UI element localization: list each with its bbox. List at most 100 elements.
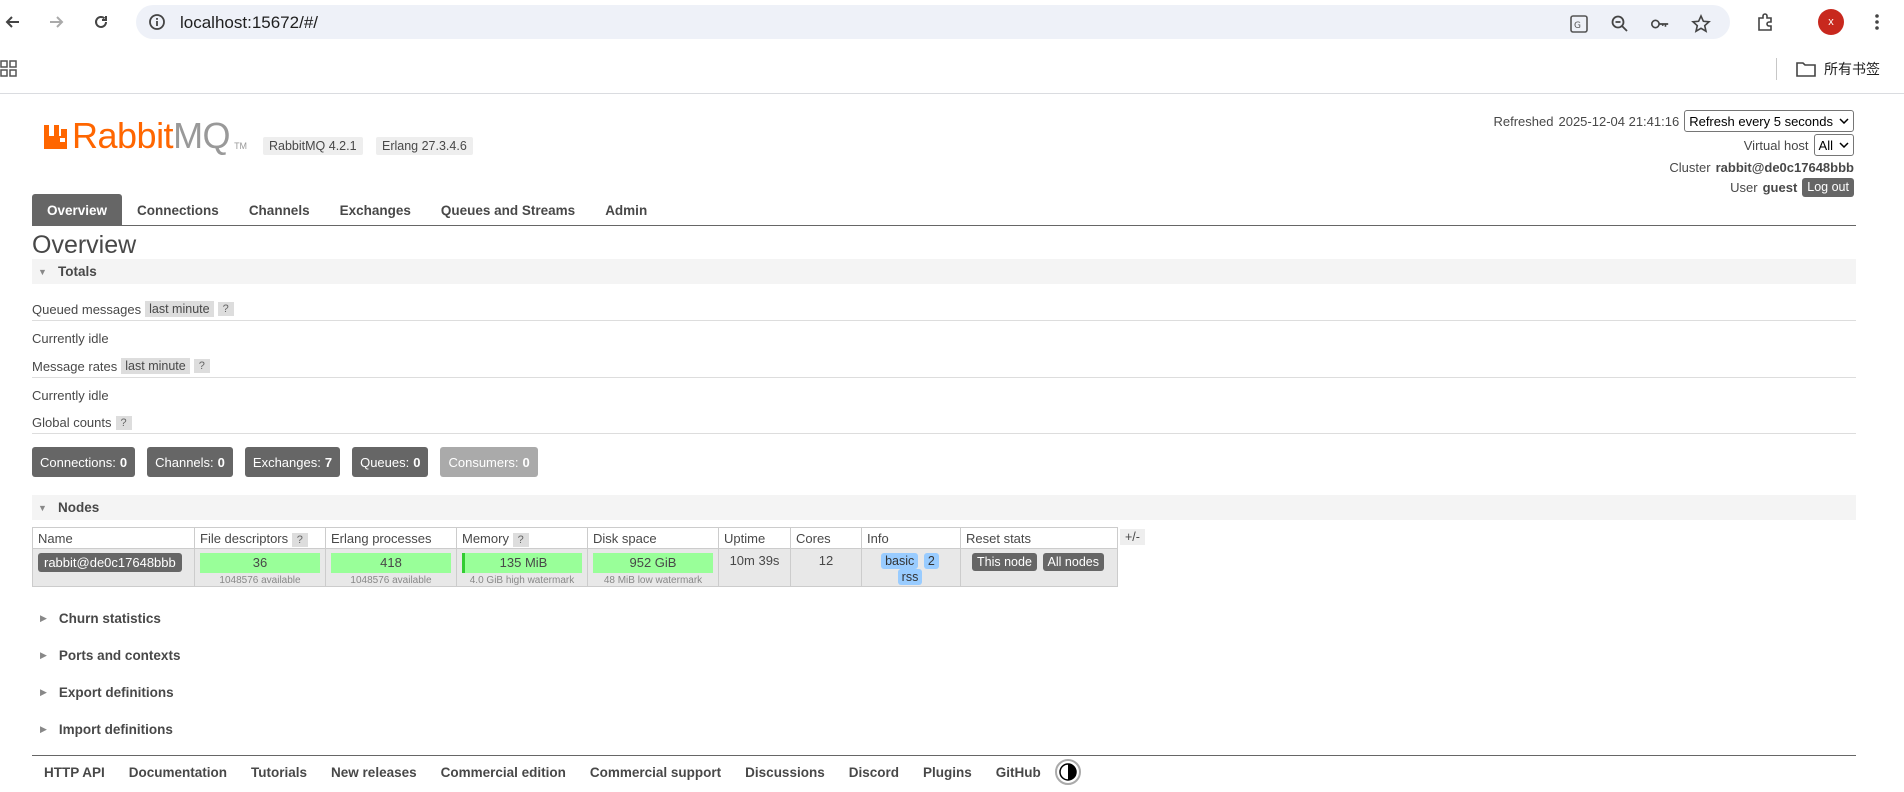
bookmark-star-icon[interactable]: [1691, 14, 1711, 34]
queues-count-button[interactable]: Queues: 0: [352, 447, 429, 477]
uptime-value: 10m 39s: [729, 553, 780, 568]
footer-link-commercial-edition[interactable]: Commercial edition: [441, 765, 566, 780]
address-bar[interactable]: localhost:15672/#/ G: [136, 5, 1730, 39]
reload-icon[interactable]: [88, 9, 114, 35]
file-descriptors-bar: 36: [200, 553, 320, 573]
user-name: guest: [1762, 179, 1798, 195]
footer-divider: [32, 755, 1856, 756]
file-descriptors-available: 1048576 available: [219, 575, 301, 586]
footer-link-tutorials[interactable]: Tutorials: [251, 765, 307, 780]
refreshed-time: 2025-12-04 21:41:16: [1558, 113, 1680, 129]
vhost-select[interactable]: All: [1813, 134, 1854, 156]
all-bookmarks-folder[interactable]: 所有书签: [1796, 59, 1880, 79]
rabbitmq-logo: Rabbit MQ TM: [42, 118, 247, 154]
profile-avatar[interactable]: x: [1818, 9, 1844, 35]
footer-links: HTTP API Documentation Tutorials New rel…: [44, 758, 1081, 786]
memory-help-button[interactable]: ?: [512, 532, 529, 547]
footer-link-commercial-support[interactable]: Commercial support: [590, 765, 721, 780]
svg-text:G: G: [1574, 21, 1581, 31]
rates-range-selector[interactable]: last minute: [121, 358, 190, 374]
column-header-file-descriptors: File descriptors ?: [194, 527, 326, 549]
footer-link-discussions[interactable]: Discussions: [745, 765, 825, 780]
tab-exchanges[interactable]: Exchanges: [325, 194, 426, 226]
file-descriptors-cell: 36 1048576 available: [194, 548, 326, 587]
translate-icon[interactable]: G: [1569, 14, 1589, 34]
queues-count-value: 0: [413, 454, 421, 470]
refresh-interval-select[interactable]: Refresh every 5 seconds: [1684, 110, 1854, 132]
cores-value: 12: [818, 553, 834, 568]
nodes-heading: Nodes: [58, 500, 100, 515]
footer-link-http-api[interactable]: HTTP API: [44, 765, 105, 780]
column-header-info: Info: [861, 527, 961, 549]
export-definitions-toggle[interactable]: ▶ Export definitions: [32, 680, 174, 705]
consumers-count-label: Consumers:: [448, 454, 519, 470]
channels-count-value: 0: [217, 454, 225, 470]
info-cell: basic 2 rss: [861, 548, 961, 587]
footer-link-new-releases[interactable]: New releases: [331, 765, 417, 780]
footer-link-documentation[interactable]: Documentation: [129, 765, 227, 780]
channels-count-label: Channels:: [155, 454, 214, 470]
footer-link-plugins[interactable]: Plugins: [923, 765, 972, 780]
brand-name-mq: MQ: [173, 115, 231, 156]
site-info-icon[interactable]: [148, 13, 166, 34]
global-counts-label: Global counts: [32, 415, 112, 430]
forward-arrow-icon[interactable]: [43, 9, 69, 35]
collapsed-triangle-icon: ▶: [40, 650, 47, 660]
password-key-icon[interactable]: [1650, 14, 1670, 34]
import-definitions-toggle[interactable]: ▶ Import definitions: [32, 717, 173, 742]
rates-idle-text: Currently idle: [32, 388, 109, 403]
tab-connections[interactable]: Connections: [122, 194, 234, 226]
node-name-link[interactable]: rabbit@de0c17648bbb: [38, 553, 182, 572]
uptime-cell: 10m 39s: [718, 548, 791, 587]
expanded-triangle-icon: ▼: [38, 502, 47, 513]
tab-admin[interactable]: Admin: [590, 194, 662, 226]
exchanges-count-button[interactable]: Exchanges: 7: [244, 447, 341, 477]
tab-overview[interactable]: Overview: [32, 194, 123, 226]
apps-grid-icon[interactable]: [0, 60, 18, 81]
churn-statistics-heading: Churn statistics: [58, 611, 161, 626]
connections-count-button[interactable]: Connections: 0: [32, 447, 136, 477]
tab-queues-and-streams[interactable]: Queues and Streams: [426, 194, 590, 226]
back-arrow-icon[interactable]: [0, 9, 26, 35]
reset-this-node-button[interactable]: This node: [972, 553, 1037, 571]
churn-statistics-toggle[interactable]: ▶ Churn statistics: [32, 606, 161, 631]
column-toggle-button[interactable]: +/-: [1120, 529, 1145, 545]
theme-toggle-icon[interactable]: [1054, 759, 1081, 785]
consumers-count-button[interactable]: Consumers: 0: [440, 447, 538, 477]
message-rates-row: Message rates last minute ?: [32, 358, 210, 374]
global-counts-row: Global counts ?: [32, 415, 132, 430]
reset-stats-cell: This node All nodes: [960, 548, 1118, 587]
disk-space-cell: 952 GiB 48 MiB low watermark: [587, 548, 719, 587]
url-text[interactable]: localhost:15672/#/: [180, 13, 318, 33]
column-header-disk-space: Disk space: [587, 527, 719, 549]
column-header-uptime: Uptime: [718, 527, 791, 549]
more-menu-icon[interactable]: [1866, 11, 1888, 33]
rates-help-button[interactable]: ?: [193, 359, 210, 373]
reset-all-nodes-button[interactable]: All nodes: [1042, 553, 1104, 571]
erlang-processes-cell: 418 1048576 available: [325, 548, 457, 587]
nodes-table-header: Name File descriptors ? Erlang processes…: [32, 527, 1118, 549]
queued-help-button[interactable]: ?: [217, 302, 234, 316]
cluster-name: rabbit@de0c17648bbb: [1715, 159, 1854, 175]
node-name-cell: rabbit@de0c17648bbb: [32, 548, 195, 587]
footer-link-discord[interactable]: Discord: [849, 765, 899, 780]
global-counts-help-button[interactable]: ?: [115, 415, 132, 430]
ports-and-contexts-toggle[interactable]: ▶ Ports and contexts: [32, 643, 180, 668]
totals-section-toggle[interactable]: ▼ Totals: [32, 259, 1856, 284]
divider: [32, 320, 1856, 321]
queued-idle-text: Currently idle: [32, 331, 109, 346]
channels-count-button[interactable]: Channels: 0: [147, 447, 233, 477]
file-descriptors-help-button[interactable]: ?: [291, 532, 308, 547]
queued-range-selector[interactable]: last minute: [145, 301, 214, 317]
extensions-icon[interactable]: [1754, 11, 1776, 33]
tab-channels[interactable]: Channels: [234, 194, 325, 226]
header-status: Refreshed 2025-12-04 21:41:16 Refresh ev…: [1494, 109, 1854, 197]
brand-name-rabbit: Rabbit: [72, 115, 174, 156]
queued-messages-label: Queued messages: [32, 301, 142, 317]
connections-count-value: 0: [119, 454, 128, 470]
zoom-icon[interactable]: [1610, 14, 1630, 34]
erlang-processes-available: 1048576 available: [350, 575, 432, 586]
footer-link-github[interactable]: GitHub: [996, 765, 1041, 780]
refresh-interval-value: Refresh every 5 seconds: [1689, 113, 1833, 129]
nodes-section-toggle[interactable]: ▼ Nodes: [32, 495, 1856, 520]
